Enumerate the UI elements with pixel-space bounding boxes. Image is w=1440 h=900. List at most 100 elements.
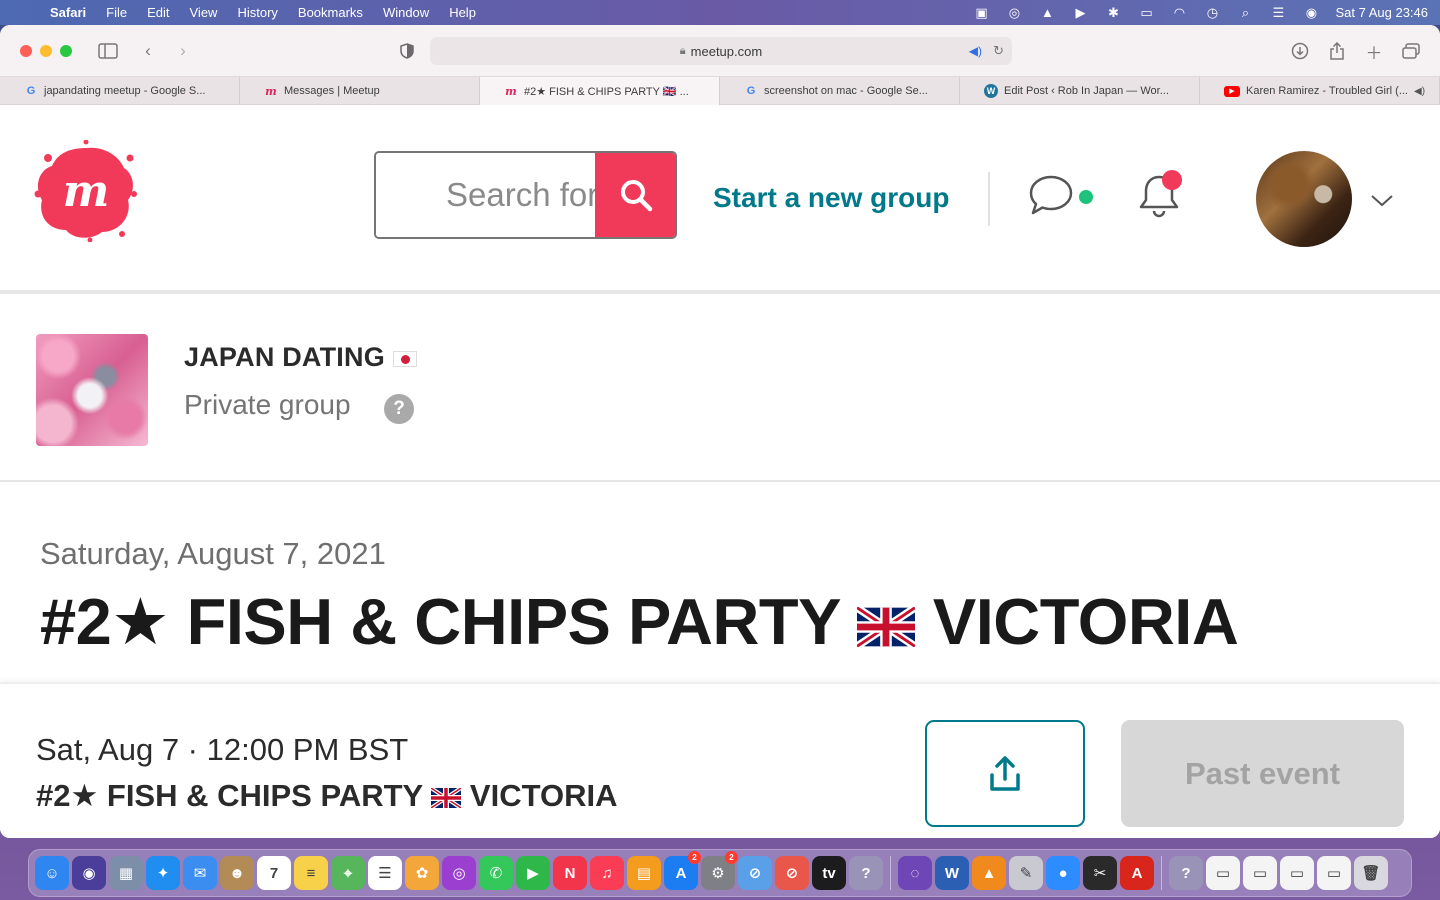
meetup-favicon-icon: m	[265, 84, 277, 98]
forward-icon[interactable]: ›	[172, 40, 194, 62]
bluetooth-icon[interactable]: ✱	[1104, 5, 1122, 21]
tab-google-screenshot[interactable]: G screenshot on mac - Google Se...	[720, 77, 960, 105]
menu-bar: Safari File Edit View History Bookmarks …	[0, 0, 1440, 25]
dock-unknown-app-icon[interactable]: ?	[849, 856, 883, 890]
spotlight-icon[interactable]: ⌕	[1236, 5, 1254, 21]
search-box	[374, 151, 677, 239]
dock-trash-icon[interactable]: 🗑	[1354, 856, 1388, 890]
dock-app-store-icon[interactable]: A2	[664, 851, 701, 890]
share-icon	[990, 755, 1020, 791]
dock-apple-tv-icon[interactable]: tv	[812, 856, 846, 890]
new-tab-icon[interactable]: ＋	[1363, 40, 1385, 63]
menu-edit[interactable]: Edit	[137, 5, 179, 20]
dock-word-icon[interactable]: W	[935, 856, 969, 890]
time-machine-icon[interactable]: ◷	[1203, 5, 1221, 21]
menu-history[interactable]: History	[227, 5, 287, 20]
dock-no-entry-icon[interactable]: ⊘	[738, 856, 772, 890]
event-title: #2★ FISH & CHIPS PARTY VICTORIA	[40, 584, 1239, 660]
dock-messages-icon[interactable]: ✆	[479, 856, 513, 890]
dock-document-4-icon[interactable]: ▭	[1317, 856, 1351, 890]
dock-contacts-icon[interactable]: ☻	[220, 856, 254, 890]
downloads-icon[interactable]	[1289, 40, 1311, 62]
dock-news-icon[interactable]: N	[553, 856, 587, 890]
japan-flag-icon	[392, 350, 417, 367]
dock-launchpad-icon[interactable]: ▦	[109, 856, 143, 890]
messages-icon[interactable]	[1028, 174, 1074, 218]
google-favicon-icon: G	[26, 85, 36, 97]
event-title-suffix: VICTORIA	[932, 585, 1239, 658]
dock-finder-icon[interactable]: ☺	[35, 856, 69, 890]
tab-meetup-event[interactable]: m #2★ FISH & CHIPS PARTY 🇬🇧 ...	[480, 77, 720, 105]
dock-vlc-icon[interactable]: ▲	[972, 856, 1006, 890]
dock-tor-icon[interactable]: ◌	[898, 856, 932, 890]
minimize-window-button[interactable]	[40, 44, 52, 57]
dock-calendar-icon[interactable]: 7	[257, 856, 291, 890]
close-window-button[interactable]	[20, 44, 32, 57]
play-icon[interactable]: ▶	[1071, 5, 1089, 21]
dock-safari-icon[interactable]: ✦	[146, 856, 180, 890]
battery-icon[interactable]: ▭	[1137, 5, 1155, 21]
privacy-shield-icon[interactable]	[396, 40, 418, 62]
dock-maps-icon[interactable]: ⌖	[331, 856, 365, 890]
tab-audio-icon[interactable]: ◀︎)	[1414, 86, 1425, 97]
dock-document-2-icon[interactable]: ▭	[1243, 856, 1277, 890]
dock-music-icon[interactable]: ♫	[590, 856, 624, 890]
tab-wordpress-edit[interactable]: W Edit Post ‹ Rob In Japan — Wor...	[960, 77, 1200, 105]
menu-file[interactable]: File	[96, 5, 137, 20]
chevron-down-icon[interactable]	[1370, 192, 1394, 208]
dock-books-icon[interactable]: ▤	[627, 856, 661, 890]
menu-window[interactable]: Window	[373, 5, 439, 20]
sidebar-toggle-icon[interactable]	[97, 40, 119, 62]
dock-zoom-icon[interactable]: ●	[1046, 856, 1080, 890]
dock-final-cut-icon[interactable]: ✂	[1083, 856, 1117, 890]
reload-icon[interactable]: ↻	[993, 43, 1004, 59]
user-avatar[interactable]	[1256, 151, 1352, 247]
dock-blocker-icon[interactable]: ⊘	[775, 856, 809, 890]
menu-view[interactable]: View	[180, 5, 228, 20]
audio-playing-icon[interactable]: ◀︎)	[969, 44, 982, 58]
tab-bar: G japandating meetup - Google S... m Mes…	[0, 77, 1440, 105]
footer-event-title: #2★ FISH & CHIPS PARTY VICTORIA	[36, 778, 617, 814]
dock-facetime-icon[interactable]: ▶	[516, 856, 550, 890]
past-event-button[interactable]: Past event	[1121, 720, 1404, 827]
dock-system-preferences-icon[interactable]: ⚙ 2	[701, 851, 738, 890]
menu-app-name[interactable]: Safari	[40, 5, 96, 20]
dock-siri-icon[interactable]: ◉	[72, 856, 106, 890]
dock-podcasts-icon[interactable]: ◎	[442, 856, 476, 890]
share-icon[interactable]	[1326, 40, 1348, 62]
dock-unknown-app-2-icon[interactable]: ?	[1169, 856, 1203, 890]
dropbox-icon[interactable]: ◎	[1005, 5, 1023, 21]
search-input[interactable]	[376, 153, 595, 237]
dock-acrobat-icon[interactable]: A	[1120, 856, 1154, 890]
menu-clock[interactable]: Sat 7 Aug 23:46	[1335, 5, 1428, 20]
video-icon[interactable]: ▣	[972, 5, 990, 21]
dock-document-3-icon[interactable]: ▭	[1280, 856, 1314, 890]
url-text: meetup.com	[690, 43, 763, 59]
dock-notes-icon[interactable]: ≡	[294, 856, 328, 890]
help-icon[interactable]: ?	[384, 394, 414, 424]
back-icon[interactable]: ‹	[137, 40, 159, 62]
address-bar[interactable]: 🔒︎ meetup.com ◀︎) ↻	[430, 37, 1012, 65]
wifi-icon[interactable]: ◠	[1170, 5, 1188, 21]
tab-meetup-messages[interactable]: m Messages | Meetup	[240, 77, 480, 105]
share-event-button[interactable]	[925, 720, 1085, 827]
tab-google-japandating[interactable]: G japandating meetup - Google S...	[0, 77, 240, 105]
menu-help[interactable]: Help	[439, 5, 486, 20]
menu-bookmarks[interactable]: Bookmarks	[288, 5, 373, 20]
tab-youtube[interactable]: ▶ Karen Ramirez - Troubled Girl (... ◀︎)	[1200, 77, 1440, 105]
vlc-icon[interactable]: ▲	[1038, 5, 1056, 21]
dock-document-1-icon[interactable]: ▭	[1206, 856, 1240, 890]
start-new-group-link[interactable]: Start a new group	[713, 182, 949, 214]
dock-reminders-icon[interactable]: ☰	[368, 856, 402, 890]
group-name[interactable]: JAPAN DATING	[184, 342, 417, 373]
zoom-window-button[interactable]	[60, 44, 72, 57]
meetup-logo-icon[interactable]: m	[34, 140, 138, 242]
dock-photos-icon[interactable]: ✿	[405, 856, 439, 890]
dock-preview-tool-icon[interactable]: ✎	[1009, 856, 1043, 890]
dock-mail-icon[interactable]: ✉	[183, 856, 217, 890]
control-center-icon[interactable]: ☰	[1269, 5, 1287, 21]
tab-overview-icon[interactable]	[1400, 40, 1422, 62]
search-button[interactable]	[595, 153, 675, 237]
siri-icon[interactable]: ◉	[1302, 5, 1320, 21]
group-photo[interactable]	[36, 334, 148, 446]
